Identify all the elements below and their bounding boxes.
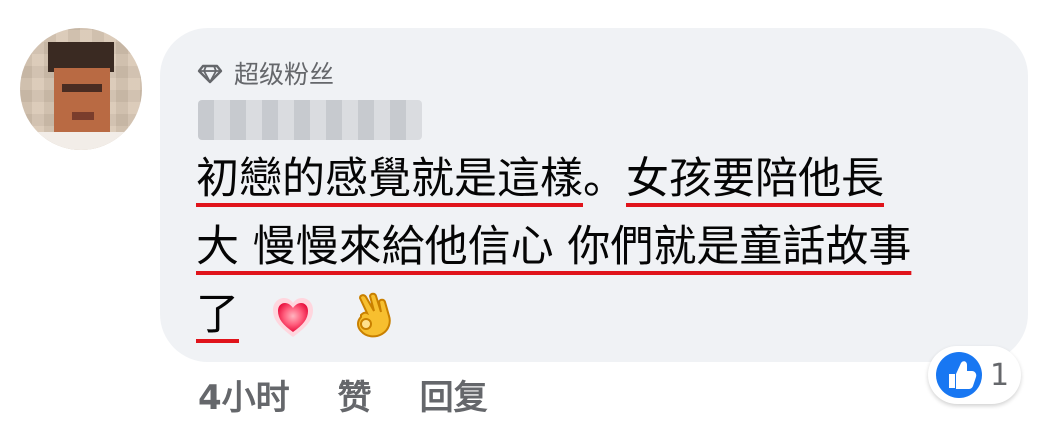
comment-text-part-3: 大 慢慢來給他信心 你們就是童話故事	[196, 222, 912, 272]
comment-line-2: 大 慢慢來給他信心 你們就是童話故事	[196, 213, 996, 281]
reply-action[interactable]: 回复	[420, 370, 488, 419]
comment-line-3: 了	[196, 281, 996, 349]
fan-badge: 超级粉丝	[196, 56, 334, 90]
ok-hand-icon	[346, 292, 398, 344]
comment-text-part-1: 初戀的感覺就是這樣	[196, 154, 583, 204]
author-name-blurred[interactable]	[198, 100, 422, 140]
like-action[interactable]: 赞	[338, 370, 372, 419]
badge-label: 超级粉丝	[234, 60, 335, 89]
comment-punctuation: 。	[583, 154, 626, 204]
comment-text-part-2: 女孩要陪他長	[626, 154, 884, 204]
like-icon	[934, 350, 984, 400]
comment-actions: 4小时 赞 回复	[198, 370, 488, 419]
avatar[interactable]	[20, 28, 142, 150]
comment-time[interactable]: 4小时	[198, 370, 290, 419]
reaction-count: 1	[990, 357, 1010, 393]
comment-card: 超级粉丝 初戀的感覺就是這樣。女孩要陪他長 大 慢慢來給他信心 你們就是童話故事…	[0, 0, 1063, 424]
reaction-summary[interactable]: 1	[928, 346, 1022, 404]
heart-icon	[267, 292, 319, 344]
comment-line-1: 初戀的感覺就是這樣。女孩要陪他長	[196, 145, 996, 213]
comment-text: 初戀的感覺就是這樣。女孩要陪他長 大 慢慢來給他信心 你們就是童話故事 了	[196, 145, 996, 349]
diamond-icon	[196, 59, 224, 87]
comment-text-part-4: 了	[196, 290, 239, 340]
